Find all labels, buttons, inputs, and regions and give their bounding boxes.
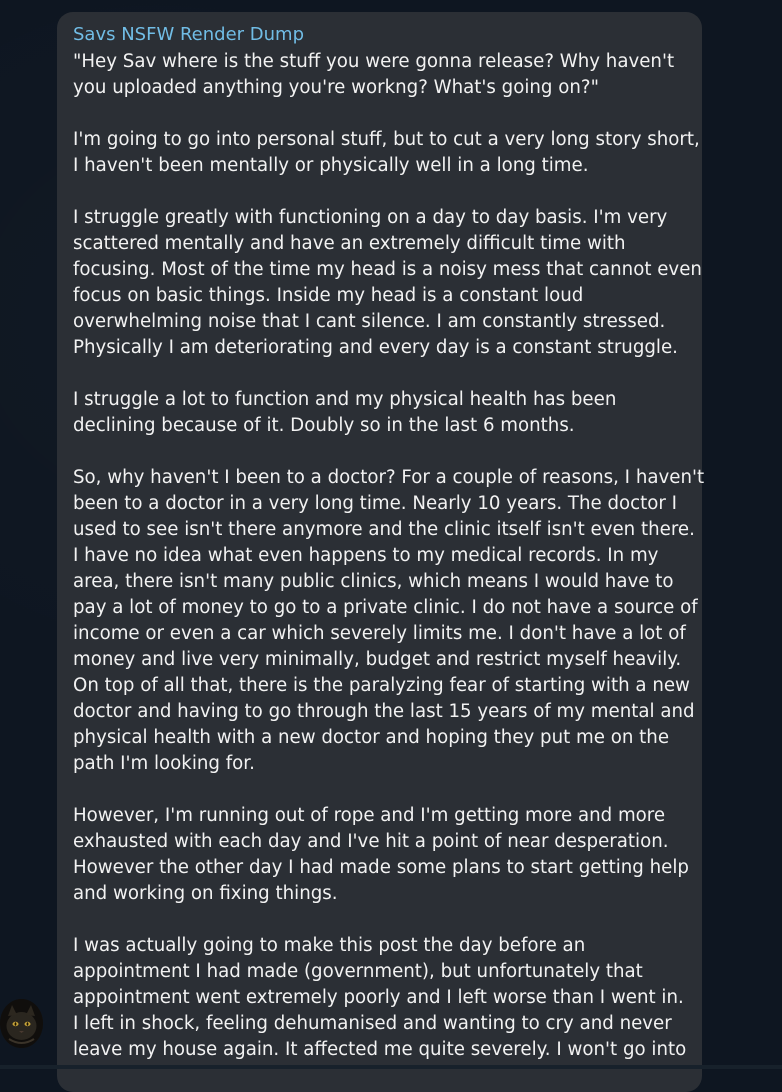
text-line: focus on basic things. Inside my head is… xyxy=(73,285,584,306)
text-line: path I'm looking for. xyxy=(73,753,255,774)
message-text: "Hey Sav where is the stuff you were gon… xyxy=(73,49,705,1063)
text-line: I struggle a lot to function and my phys… xyxy=(73,389,617,410)
message-paragraph: However, I'm running out of rope and I'm… xyxy=(73,803,689,907)
text-line: On top of all that, there is the paralyz… xyxy=(73,675,690,696)
text-line: However, I'm running out of rope and I'm… xyxy=(73,805,666,826)
text-line: income or even a car which severely limi… xyxy=(73,623,686,644)
text-line: you uploaded anything you're workng? Wha… xyxy=(73,77,599,98)
text-line: used to see isn't there anymore and the … xyxy=(73,519,695,540)
text-line: and working on fixing things. xyxy=(73,883,338,904)
bottom-divider xyxy=(0,1065,782,1069)
text-line: declining because of it. Doubly so in th… xyxy=(73,415,575,436)
text-line: doctor and having to go through the last… xyxy=(73,701,695,722)
text-line: physical health with a new doctor and ho… xyxy=(73,727,670,748)
cat-avatar-icon xyxy=(0,999,43,1048)
text-line: appointment I had made (government), but… xyxy=(73,961,643,982)
text-line: appointment went extremely poorly and I … xyxy=(73,987,684,1008)
message-paragraph: "Hey Sav where is the stuff you were gon… xyxy=(73,49,688,101)
text-line: leave my house again. It affected me qui… xyxy=(73,1039,687,1060)
message-paragraph: I was actually going to make this post t… xyxy=(73,933,688,1063)
message-paragraph: I struggle a lot to function and my phys… xyxy=(73,387,688,439)
message-paragraph: I'm going to go into personal stuff, but… xyxy=(73,127,700,179)
text-line: been to a doctor in a very long time. Ne… xyxy=(73,493,678,514)
text-line: focusing. Most of the time my head is a … xyxy=(73,259,702,280)
text-line: So, why haven't I been to a doctor? For … xyxy=(73,467,705,488)
text-line: However the other day I had made some pl… xyxy=(73,857,689,878)
text-line: "Hey Sav where is the stuff you were gon… xyxy=(73,51,675,72)
text-line: money and live very minimally, budget an… xyxy=(73,649,682,670)
message-paragraph: I struggle greatly with functioning on a… xyxy=(73,205,702,361)
text-line: scattered mentally and have an extremely… xyxy=(73,233,626,254)
text-line: Physically I am deteriorating and every … xyxy=(73,337,678,358)
text-line: overwhelming noise that I cant silence. … xyxy=(73,311,666,332)
text-line: I haven't been mentally or physically we… xyxy=(73,155,589,176)
text-line: I struggle greatly with functioning on a… xyxy=(73,207,668,228)
text-line: pay a lot of money to go to a private cl… xyxy=(73,597,698,618)
text-line: I left in shock, feeling dehumanised and… xyxy=(73,1013,672,1034)
message-paragraph: So, why haven't I been to a doctor? For … xyxy=(73,465,705,777)
message-bubble[interactable]: Savs NSFW Render Dump "Hey Sav where is … xyxy=(57,12,705,1092)
text-line: I have no idea what even happens to my m… xyxy=(73,545,659,566)
avatar[interactable] xyxy=(0,999,43,1048)
text-line: exhausted with each day and I've hit a p… xyxy=(73,831,669,852)
text-line: area, there isn't many public clinics, w… xyxy=(73,571,674,592)
text-line: I was actually going to make this post t… xyxy=(73,935,586,956)
text-line: I'm going to go into personal stuff, but… xyxy=(73,129,700,150)
sender-name[interactable]: Savs NSFW Render Dump xyxy=(73,23,688,47)
